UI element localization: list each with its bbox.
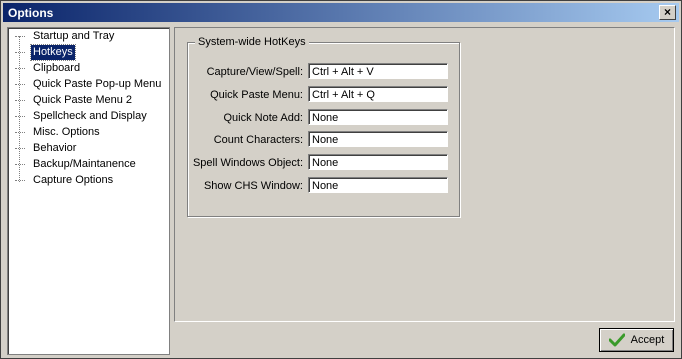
spell-windows-object-hotkey-field[interactable]: None [308, 154, 448, 170]
close-button[interactable]: × [659, 5, 676, 20]
capture-view-spell-hotkey-field[interactable]: Ctrl + Alt + V [308, 63, 448, 79]
tree-item-label: Startup and Tray [33, 30, 115, 42]
hotkey-label: Show CHS Window: [203, 180, 303, 192]
tree-item-label: Hotkeys [30, 44, 76, 61]
options-window: Options × Startup and Tray Hotkeys Clipb… [0, 0, 682, 359]
show-chs-window-hotkey-field[interactable]: None [308, 177, 448, 193]
checkmark-icon [608, 333, 625, 347]
count-characters-hotkey-field[interactable]: None [308, 131, 448, 147]
tree-item-startup-and-tray[interactable]: Startup and Tray [15, 29, 116, 44]
tree-item-hotkeys[interactable]: Hotkeys [15, 44, 76, 61]
window-title: Options [8, 6, 54, 20]
accept-button-label: Accept [630, 334, 665, 346]
quick-paste-menu-hotkey-field[interactable]: Ctrl + Alt + Q [308, 86, 448, 102]
hotkey-label: Count Characters: [213, 134, 303, 146]
title-bar[interactable]: Options × [3, 3, 679, 22]
quick-note-add-hotkey-field[interactable]: None [308, 109, 448, 125]
hotkey-label: Quick Note Add: [223, 112, 304, 124]
hotkey-label: Capture/View/Spell: [206, 66, 303, 78]
accept-button[interactable]: Accept [599, 328, 674, 352]
hotkey-label: Spell Windows Object: [192, 157, 303, 169]
groupbox-title: System-wide HotKeys [195, 36, 309, 48]
hotkey-label: Quick Paste Menu: [210, 89, 303, 101]
close-icon: × [663, 5, 671, 19]
